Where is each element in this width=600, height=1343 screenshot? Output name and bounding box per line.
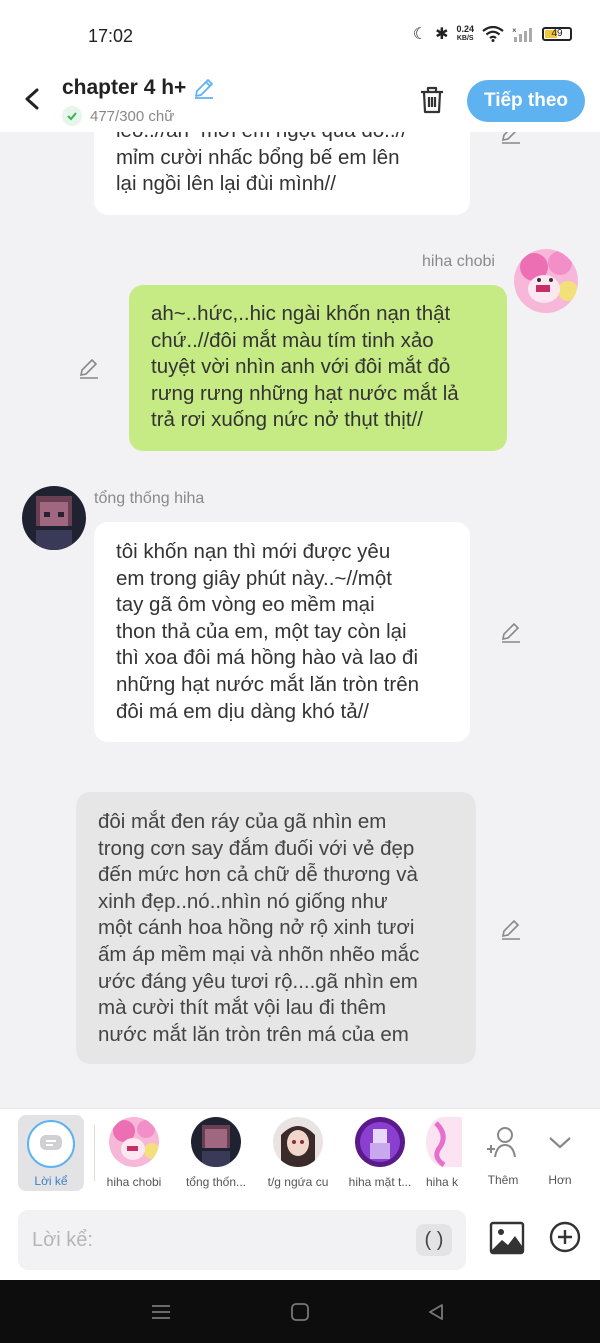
message-line: chứ..//đôi mắt màu tím tinh xảo — [151, 328, 434, 352]
word-count: 477/300 chữ — [62, 106, 174, 126]
add-icon[interactable] — [548, 1220, 582, 1254]
check-icon — [62, 106, 82, 126]
message-line: rưng rưng những hạt nước mắt lả — [151, 381, 459, 405]
character-name: hiha mặt t... — [348, 1175, 412, 1189]
character-item[interactable]: hiha chobi — [94, 1117, 174, 1189]
character-name: hiha chobi — [106, 1175, 162, 1189]
edit-icon[interactable] — [498, 916, 524, 942]
message-line: tôi khốn nạn thì mới được yêu — [116, 540, 391, 563]
trash-button[interactable] — [416, 84, 448, 116]
avatar[interactable] — [22, 486, 86, 550]
net-speed-value: 0.24 — [456, 24, 474, 34]
status-bar: 17:02 ☾ ✱ 0.24 KB/S × 49 — [0, 0, 600, 72]
message-line: em trong giây phút này..~//một — [116, 566, 392, 590]
image-icon[interactable] — [488, 1220, 526, 1256]
avatar[interactable] — [514, 249, 578, 313]
edit-icon[interactable] — [498, 132, 524, 146]
message-line: đến mức hơn cả chữ dễ thương và — [98, 863, 418, 887]
back-nav-icon[interactable] — [426, 1302, 446, 1322]
add-person-icon — [487, 1127, 516, 1158]
message-line: xinh đẹp..nó..nhìn nó giống như — [98, 889, 388, 913]
character-item[interactable]: hiha k — [422, 1117, 462, 1189]
chat-area[interactable]: leo..//ah~mới em ngọt quá đó..// mỉm cườ… — [0, 132, 600, 1108]
input-box: ( ) — [18, 1210, 466, 1270]
battery-icon: 49 — [542, 27, 572, 41]
header: chapter 4 h+ 477/300 chữ Tiếp theo — [0, 72, 600, 132]
narrator-selector[interactable]: Lời kể — [18, 1115, 84, 1191]
character-item[interactable]: tổng thốn... — [176, 1117, 256, 1189]
narration-bubble[interactable]: đôi mắt đen ráy của gã nhìn em trong cơn… — [76, 792, 476, 1064]
chapter-title-text: chapter 4 h+ — [62, 76, 187, 99]
character-bar: Lời kể hiha chobi tổng thốn... t/g ngứa … — [0, 1108, 600, 1200]
navigation-bar — [0, 1280, 600, 1343]
message-line: tay gã ôm vòng eo mềm mại — [116, 593, 375, 617]
wifi-icon — [482, 26, 504, 42]
character-name: hiha k — [426, 1175, 459, 1189]
message-line: nước mắt lăn tròn trên má của em — [98, 1022, 409, 1046]
status-icons: ☾ ✱ 0.24 KB/S × 49 — [413, 24, 572, 44]
bluetooth-icon: ✱ — [435, 26, 449, 43]
received-message-bubble[interactable]: tôi khốn nạn thì mới được yêu em trong g… — [94, 522, 470, 742]
avatar — [273, 1117, 323, 1167]
chapter-title[interactable]: chapter 4 h+ — [62, 76, 216, 100]
character-name: t/g ngứa cu — [267, 1175, 329, 1189]
message-line: một cánh hoa hồng nở rộ xinh tươi — [98, 916, 415, 940]
avatar — [109, 1117, 159, 1167]
more-button[interactable]: Hơn — [526, 1117, 594, 1187]
signal-icon: × — [512, 26, 532, 42]
message-line: ah~..hức,..hic ngài khốn nạn thật — [151, 302, 451, 325]
message-line: những hạt nước mắt lăn tròn trên — [116, 672, 419, 696]
sender-name: hiha chobi — [422, 253, 495, 270]
net-speed-unit: KB/S — [456, 35, 474, 42]
more-label: Hơn — [548, 1173, 572, 1187]
sent-message-bubble[interactable]: ah~..hức,..hic ngài khốn nạn thật chứ../… — [129, 285, 507, 451]
status-time: 17:02 — [88, 26, 134, 46]
message-line: mà cười thít mắt vội lau đi thêm — [98, 996, 387, 1020]
message-line: thon thả của em, một tay còn lại — [116, 619, 407, 643]
avatar — [426, 1117, 462, 1167]
avatar — [191, 1117, 241, 1167]
character-name: tổng thốn... — [185, 1175, 247, 1189]
net-speed: 0.24 KB/S — [456, 25, 474, 43]
message-line: leo..//ah~mới em ngọt quá đó..// — [116, 132, 448, 145]
narrator-label: Lời kể — [34, 1174, 68, 1188]
pencil-icon[interactable] — [192, 76, 216, 100]
avatar — [355, 1117, 405, 1167]
message-line: lại ngồi lên lại đùi mình// — [116, 172, 336, 196]
chevron-down-icon — [549, 1137, 571, 1149]
edit-icon[interactable] — [498, 619, 524, 645]
message-line: tuyệt vời nhìn anh với đôi mắt đỏ — [151, 355, 451, 379]
svg-text:×: × — [512, 26, 517, 35]
home-icon[interactable] — [290, 1302, 310, 1322]
menu-icon[interactable] — [150, 1302, 172, 1322]
edit-icon[interactable] — [76, 355, 102, 381]
message-line: đôi mắt đen ráy của gã nhìn em — [98, 810, 387, 833]
message-line: đôi má em dịu dàng khó tả// — [116, 699, 369, 723]
message-line: trả rơi xuống nức nở thụt thịt// — [151, 408, 423, 432]
sender-name: tổng thống hiha — [94, 490, 205, 507]
character-item[interactable]: t/g ngứa cu — [258, 1117, 338, 1189]
back-button[interactable] — [18, 82, 48, 116]
message-line: ước đáng yêu tươi rộ....gã nhìn em — [98, 969, 418, 993]
message-line: ấm áp mềm mại và nhõn nhẽo mắc — [98, 942, 420, 966]
message-input[interactable] — [32, 1210, 412, 1270]
next-button[interactable]: Tiếp theo — [467, 80, 585, 122]
parentheses-button[interactable]: ( ) — [416, 1224, 452, 1256]
narration-bubble[interactable]: leo..//ah~mới em ngọt quá đó..// mỉm cườ… — [94, 132, 470, 215]
message-line: mỉm cười nhấc bổng bế em lên — [116, 145, 400, 169]
message-line: trong cơn say đắm đuối với vẻ đẹp — [98, 836, 415, 860]
character-item[interactable]: hiha mặt t... — [340, 1117, 420, 1189]
battery-level: 49 — [551, 28, 563, 39]
message-line: thì xoa đôi má hồng hào và lao đi — [116, 646, 419, 670]
input-bar: ( ) — [0, 1200, 600, 1280]
moon-icon: ☾ — [412, 26, 428, 43]
narration-icon — [27, 1120, 75, 1168]
word-count-text: 477/300 chữ — [90, 107, 175, 125]
